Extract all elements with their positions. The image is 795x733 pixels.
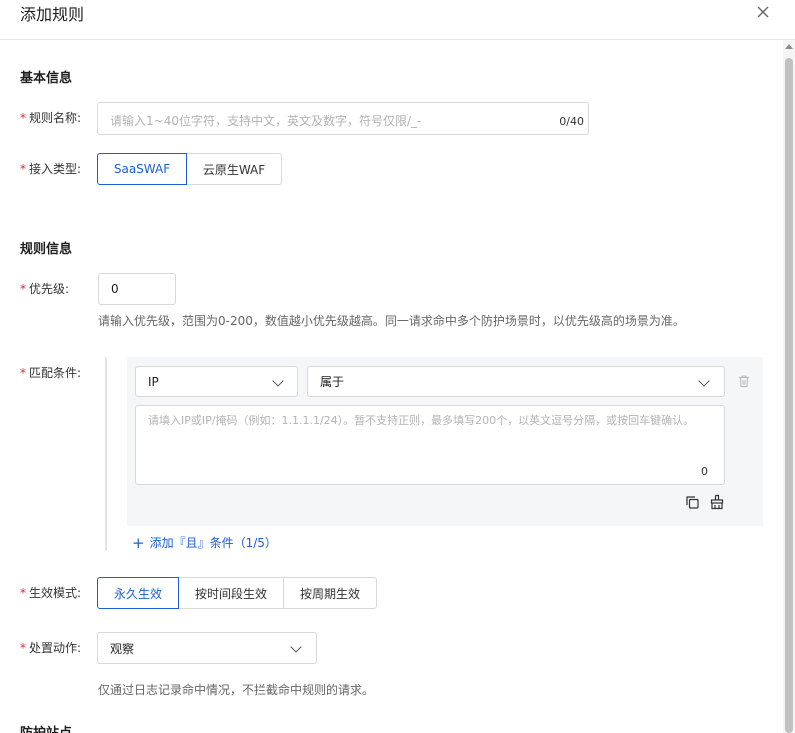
match-condition-label: * 匹配条件:	[20, 366, 82, 380]
scrollbar-thumb[interactable]	[785, 58, 793, 733]
condition-values-placeholder: 请填入IP或IP/掩码（例如：1.1.1.1/24）。暂不支持正则，最多填写20…	[148, 414, 695, 427]
effect-mode-permanent-button[interactable]: 永久生效	[97, 577, 179, 609]
action-select[interactable]: 观察	[97, 632, 317, 664]
access-type-cloud-native-button[interactable]: 云原生WAF	[186, 153, 282, 185]
action-label: * 处置动作:	[20, 641, 82, 655]
effect-mode-label: * 生效模式:	[20, 586, 82, 600]
chevron-down-icon	[290, 641, 302, 653]
scroll-up-arrow-icon[interactable]	[785, 44, 793, 49]
clear-brush-icon[interactable]	[709, 494, 725, 510]
condition-operator-select[interactable]: 属于	[307, 366, 725, 397]
chevron-down-icon	[698, 375, 710, 387]
chevron-down-icon	[272, 375, 284, 387]
access-type-segmented: SaaSWAF 云原生WAF	[97, 153, 282, 185]
priority-input[interactable]: 0	[98, 273, 176, 305]
rule-name-label: * 规则名称:	[20, 111, 82, 125]
add-and-condition-link[interactable]: + 添加『且』条件（1/5）	[132, 534, 277, 551]
action-value: 观察	[110, 641, 135, 656]
rule-name-input[interactable]: 请输入1~40位字符，支持中文，英文及数字，符号仅限/_- 0/40	[97, 102, 589, 135]
effect-mode-periodic-button[interactable]: 按周期生效	[283, 577, 377, 609]
effect-mode-time-range-button[interactable]: 按时间段生效	[178, 577, 284, 609]
condition-values-counter: 0	[701, 465, 708, 478]
dialog-header: 添加规则	[0, 0, 795, 40]
priority-label: * 优先级:	[20, 282, 70, 296]
protected-sites-title: 防护站点	[20, 722, 72, 733]
condition-field-select[interactable]: IP	[135, 366, 298, 397]
condition-group-line	[105, 357, 107, 551]
condition-operator-value: 属于	[320, 375, 345, 389]
delete-condition-trash-icon[interactable]	[737, 374, 751, 388]
condition-values-textarea[interactable]: 请填入IP或IP/掩码（例如：1.1.1.1/24）。暂不支持正则，最多填写20…	[135, 405, 725, 485]
plus-icon: +	[132, 533, 145, 552]
rule-name-counter: 0/40	[559, 115, 584, 128]
condition-field-value: IP	[148, 374, 159, 389]
priority-help-text: 请输入优先级，范围为0-200，数值越小优先级越高。同一请求命中多个防护场景时，…	[98, 314, 685, 328]
dialog-title: 添加规则	[20, 5, 85, 24]
access-type-label: * 接入类型:	[20, 162, 82, 176]
action-help-text: 仅通过日志记录命中情况，不拦截命中规则的请求。	[98, 683, 375, 697]
rule-name-placeholder: 请输入1~40位字符，支持中文，英文及数字，符号仅限/_-	[110, 114, 422, 128]
priority-value: 0	[111, 282, 119, 296]
effect-mode-segmented: 永久生效 按时间段生效 按周期生效	[97, 577, 377, 609]
rule-info-title: 规则信息	[20, 242, 73, 257]
add-and-condition-label: 添加『且』条件（1/5）	[149, 536, 277, 550]
access-type-saaswaf-button[interactable]: SaaSWAF	[97, 153, 187, 185]
basic-info-title: 基本信息	[20, 71, 73, 86]
close-icon[interactable]	[754, 3, 772, 21]
copy-icon[interactable]	[685, 495, 700, 510]
